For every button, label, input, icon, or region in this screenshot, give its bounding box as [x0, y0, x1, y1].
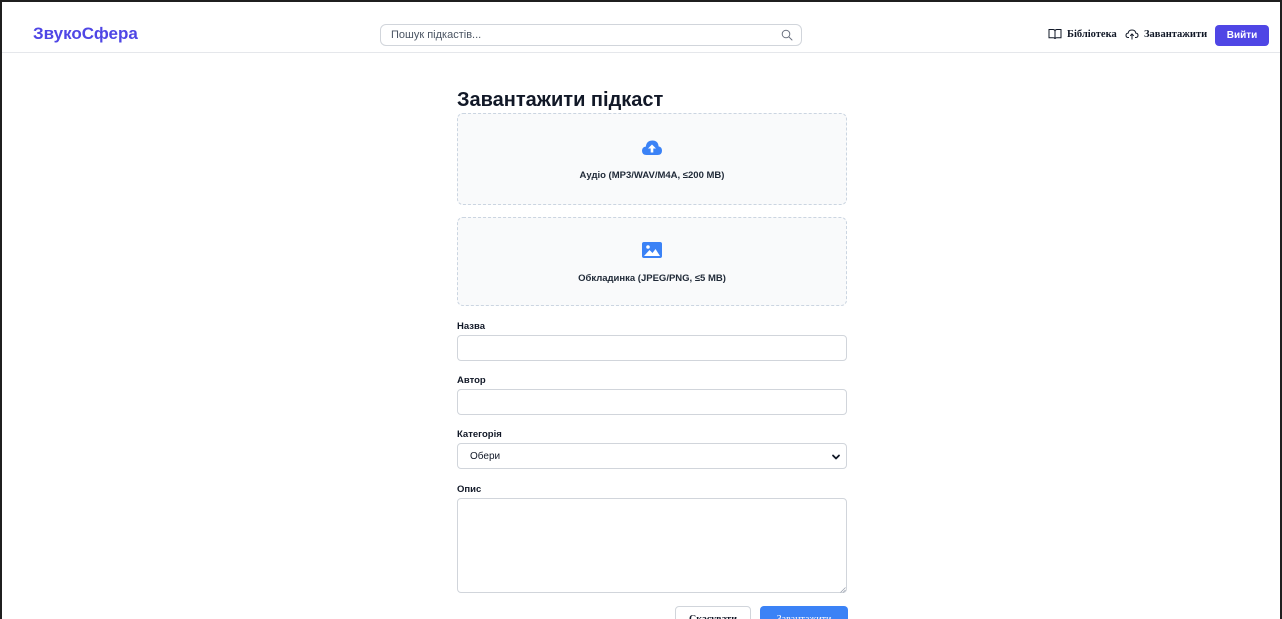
description-label: Опис	[457, 484, 482, 495]
nav-library-label: Бібліотека	[1067, 28, 1117, 40]
page-title: Завантажити підкаст	[457, 89, 664, 111]
title-label: Назва	[457, 321, 485, 332]
search-input[interactable]	[391, 27, 771, 43]
submit-upload-button[interactable]: Завантажити	[760, 606, 848, 619]
book-open-icon	[1048, 29, 1062, 40]
resize-handle-icon[interactable]	[840, 587, 846, 593]
logout-button[interactable]: Вийти	[1215, 25, 1269, 46]
brand-logo[interactable]: ЗвукоСфера	[33, 24, 138, 44]
cover-dropzone-label: Обкладинка (JPEG/PNG, ≤5 MB)	[578, 273, 726, 284]
app-window: ЗвукоСфера Бібліотека Завантажити Вийт	[0, 0, 1282, 619]
nav-upload-link[interactable]: Завантажити	[1125, 28, 1207, 40]
category-selected-value: Обери	[470, 451, 501, 462]
audio-dropzone-label: Аудіо (MP3/WAV/M4A, ≤200 MB)	[579, 170, 725, 181]
search-icon[interactable]	[781, 29, 793, 41]
author-input[interactable]	[457, 389, 847, 415]
title-input[interactable]	[457, 335, 847, 361]
cloud-upload-icon	[1125, 29, 1139, 40]
category-label: Категорія	[457, 429, 502, 440]
description-textarea[interactable]	[457, 498, 847, 593]
search-box[interactable]	[380, 24, 802, 46]
cancel-button[interactable]: Скасувати	[675, 606, 751, 619]
chevron-down-icon	[832, 454, 840, 460]
cloud-upload-icon	[642, 140, 662, 155]
top-navbar: ЗвукоСфера Бібліотека Завантажити Вийт	[2, 2, 1280, 53]
image-icon	[642, 242, 662, 258]
author-label: Автор	[457, 375, 486, 386]
nav-library-link[interactable]: Бібліотека	[1048, 28, 1117, 40]
audio-dropzone[interactable]: Аудіо (MP3/WAV/M4A, ≤200 MB)	[457, 113, 847, 205]
nav-upload-label: Завантажити	[1144, 28, 1208, 40]
cover-dropzone[interactable]: Обкладинка (JPEG/PNG, ≤5 MB)	[457, 217, 847, 306]
category-select[interactable]: Обери	[457, 443, 847, 469]
